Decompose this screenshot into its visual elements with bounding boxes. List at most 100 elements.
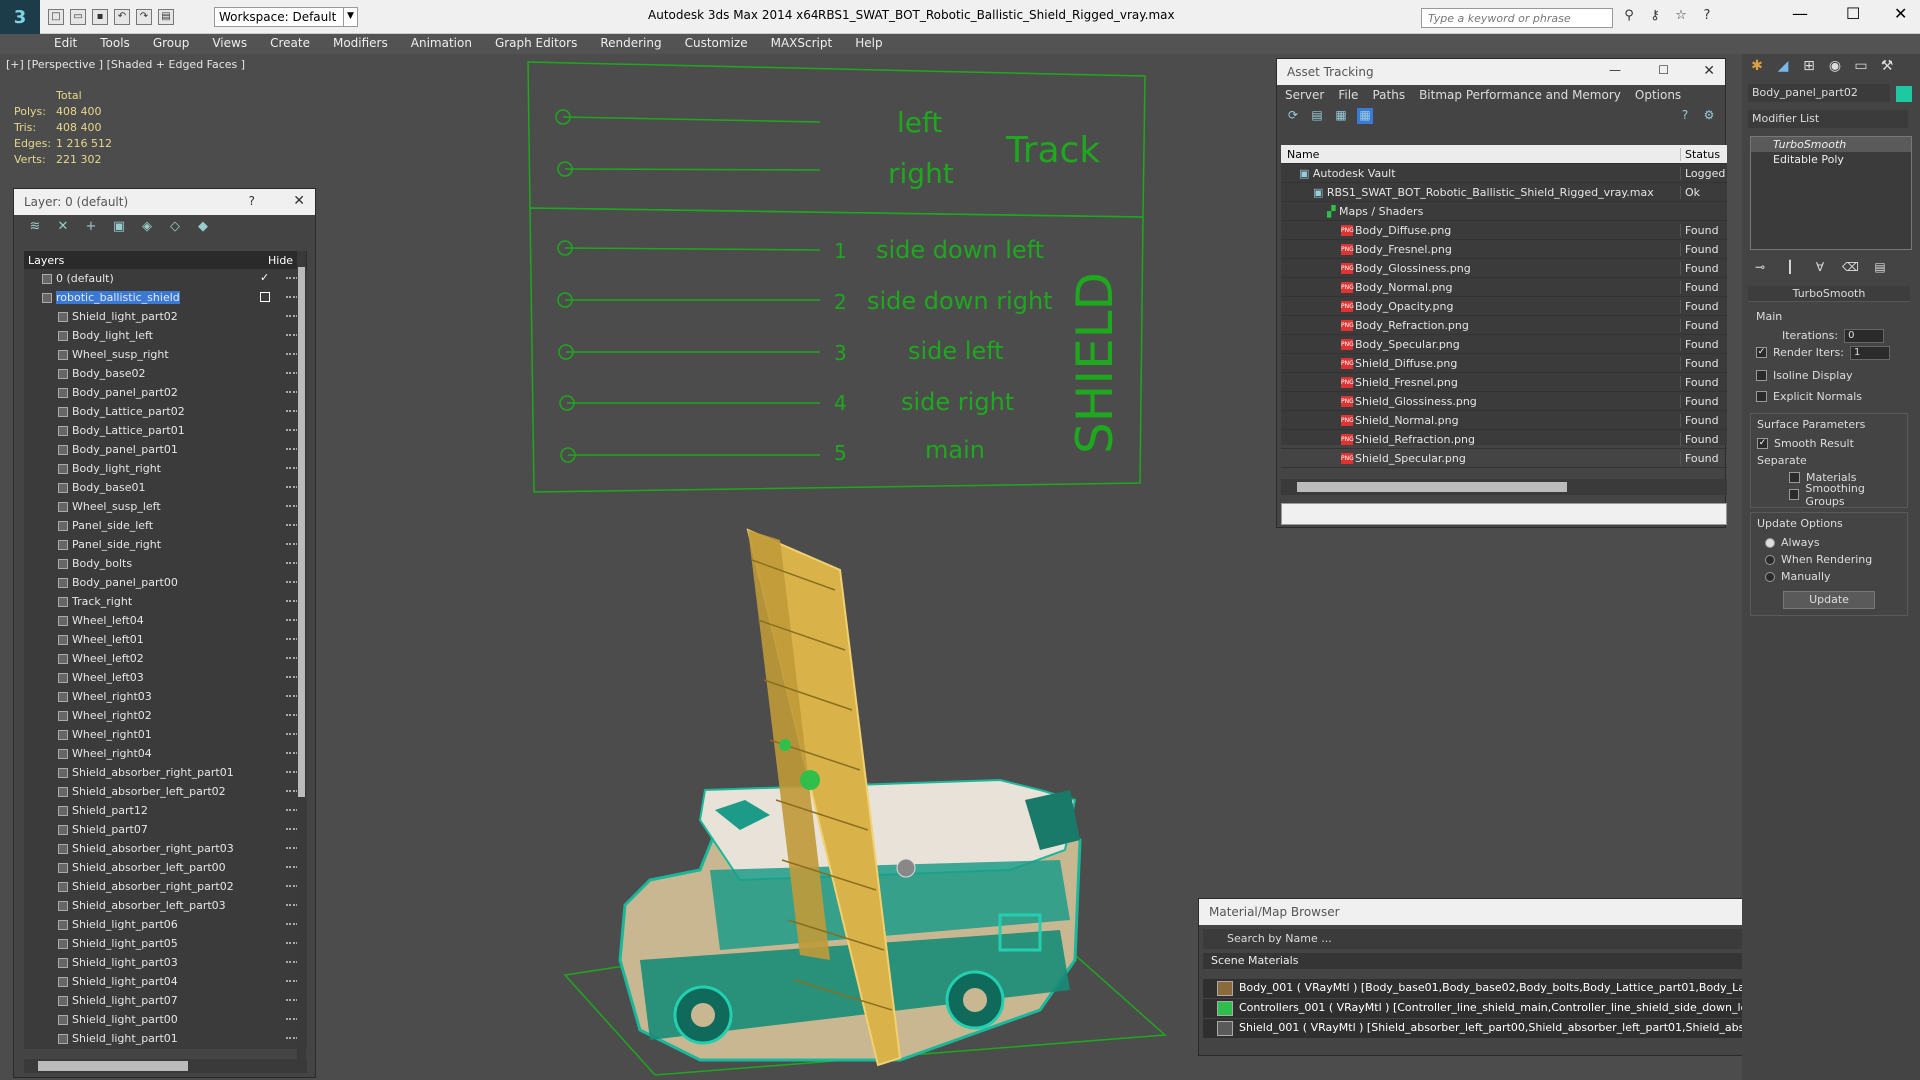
asset-row[interactable]: PNGShield_Diffuse.png Found — [1281, 354, 1727, 373]
layer-row[interactable]: Panel_side_left — [24, 516, 307, 535]
layer-row[interactable]: Wheel_right03 — [24, 687, 307, 706]
separate-smoothing-checkbox[interactable] — [1789, 489, 1800, 500]
iterations-spinner[interactable]: 0 — [1844, 328, 1885, 343]
layer-row[interactable]: Shield_part07 — [24, 820, 307, 839]
menu-graph-editors[interactable]: Graph Editors — [495, 34, 588, 54]
asset-row[interactable]: ▣ Autodesk Vault Logged — [1281, 164, 1727, 183]
make-unique-icon[interactable]: ∀ — [1812, 260, 1828, 276]
asset-row[interactable]: ▞ Maps / Shaders — [1281, 202, 1727, 221]
minimize-icon[interactable]: — — [1792, 4, 1808, 23]
menu-views[interactable]: Views — [212, 34, 258, 54]
modifier-stack[interactable]: TurboSmooth Editable Poly — [1750, 136, 1912, 250]
asset-row[interactable]: PNGShield_Specular.png Found — [1281, 449, 1727, 468]
update-manually-radio[interactable] — [1765, 571, 1775, 582]
layer-row[interactable]: Shield_light_part03 — [24, 953, 307, 972]
help-icon[interactable]: ? — [1677, 108, 1693, 124]
layer-row[interactable]: Wheel_susp_right — [24, 345, 307, 364]
layer-row[interactable]: Panel_side_right — [24, 535, 307, 554]
layer-row[interactable]: Body_light_right — [24, 459, 307, 478]
freeze-all-icon[interactable]: ◆ — [194, 219, 212, 237]
separate-materials-checkbox[interactable] — [1789, 472, 1800, 483]
asset-menu-options[interactable]: Options — [1635, 88, 1681, 102]
layer-row[interactable]: Wheel_right02 — [24, 706, 307, 725]
update-button[interactable]: Update — [1783, 591, 1875, 609]
menu-create[interactable]: Create — [270, 34, 321, 54]
save-icon[interactable]: ▪ — [92, 9, 108, 25]
layer-row[interactable]: Body_panel_part02 — [24, 383, 307, 402]
configure-sets-icon[interactable]: ▤ — [1872, 260, 1888, 276]
layer-row[interactable]: Wheel_left02 — [24, 649, 307, 668]
rollout-header[interactable]: TurboSmooth — [1748, 286, 1910, 302]
asset-row[interactable]: PNGBody_Glossiness.png Found — [1281, 259, 1727, 278]
layer-row[interactable]: Body_light_left — [24, 326, 307, 345]
asset-hscrollbar[interactable] — [1281, 479, 1727, 495]
asset-row[interactable]: PNGBody_Normal.png Found — [1281, 278, 1727, 297]
asset-menu-server[interactable]: Server — [1285, 88, 1324, 102]
redo-icon[interactable]: ↷ — [136, 9, 152, 25]
binoculars-icon[interactable]: ⚲ — [1620, 8, 1638, 26]
settings-icon[interactable]: ⚙ — [1701, 108, 1717, 124]
refresh-icon[interactable]: ⟳ — [1285, 108, 1301, 124]
layer-row[interactable]: Wheel_left01 — [24, 630, 307, 649]
layer-row[interactable]: Wheel_left03 — [24, 668, 307, 687]
object-name-field[interactable]: Body_panel_part02 — [1748, 84, 1890, 102]
hide-column-header[interactable]: Hide — [268, 254, 293, 267]
layer-row[interactable]: Shield_light_part06 — [24, 915, 307, 934]
asset-row[interactable]: PNGBody_Fresnel.png Found — [1281, 240, 1727, 259]
layer-row[interactable]: Shield_absorber_right_part01 — [24, 763, 307, 782]
smooth-result-checkbox[interactable]: ✓ — [1757, 438, 1768, 449]
layer-row[interactable]: Shield_absorber_right_part03 — [24, 839, 307, 858]
layer-row[interactable]: Body_panel_part01 — [24, 440, 307, 459]
layer-row[interactable]: Body_Lattice_part02 — [24, 402, 307, 421]
app-logo-icon[interactable]: 3 — [0, 0, 40, 34]
chevron-down-icon[interactable]: ▼ — [343, 7, 357, 27]
keyword-search-input[interactable]: Type a keyword or phrase — [1421, 8, 1613, 28]
set-active-layer-icon[interactable] — [260, 292, 270, 302]
pin-stack-icon[interactable]: ⊸ — [1752, 260, 1768, 276]
list-view-icon[interactable]: ▤ — [1309, 108, 1325, 124]
layer-row[interactable]: Shield_light_part00 — [24, 1010, 307, 1029]
layer-row[interactable]: Shield_light_part02 — [24, 307, 307, 326]
asset-row[interactable]: PNGBody_Specular.png Found — [1281, 335, 1727, 354]
undo-icon[interactable]: ↶ — [114, 9, 130, 25]
layer-row[interactable]: Wheel_right04 — [24, 744, 307, 763]
render-iters-checkbox[interactable]: ✓ — [1756, 347, 1767, 358]
key-icon[interactable]: ⚷ — [1646, 8, 1664, 26]
menu-rendering[interactable]: Rendering — [600, 34, 672, 54]
layer-row[interactable]: Track_right — [24, 592, 307, 611]
menu-animation[interactable]: Animation — [411, 34, 483, 54]
asset-row[interactable]: ▣ RBS1_SWAT_BOT_Robotic_Ballistic_Shield… — [1281, 183, 1727, 202]
hierarchy-tab-icon[interactable]: ⊞ — [1800, 58, 1818, 76]
menu-customize[interactable]: Customize — [685, 34, 759, 54]
asset-row[interactable]: PNGShield_Glossiness.png Found — [1281, 392, 1727, 411]
menu-group[interactable]: Group — [153, 34, 201, 54]
layer-list[interactable]: 0 (default) ✓ robotic_ballistic_shield Shie… — [24, 269, 307, 1049]
asset-row[interactable]: PNGShield_Fresnel.png Found — [1281, 373, 1727, 392]
create-tab-icon[interactable]: ✱ — [1748, 58, 1766, 76]
asset-row[interactable]: PNGShield_Refraction.png Found — [1281, 430, 1727, 449]
name-column-header[interactable]: Name — [1281, 148, 1676, 161]
close-icon[interactable]: ✕ — [293, 193, 305, 209]
asset-menu-paths[interactable]: Paths — [1372, 88, 1405, 102]
layer-row[interactable]: Wheel_right01 — [24, 725, 307, 744]
update-when-rendering-radio[interactable] — [1765, 554, 1775, 565]
layer-row[interactable]: Shield_part12 — [24, 801, 307, 820]
layers-column-header[interactable]: Layers — [28, 254, 64, 267]
layers-icon[interactable]: ≋ — [26, 219, 44, 237]
menu-tools[interactable]: Tools — [100, 34, 141, 54]
asset-row[interactable]: PNGShield_Normal.png Found — [1281, 411, 1727, 430]
help-icon[interactable]: ? — [249, 194, 255, 208]
layer-row[interactable]: Body_base01 — [24, 478, 307, 497]
menu-help[interactable]: Help — [855, 34, 893, 54]
delete-icon[interactable]: ✕ — [54, 219, 72, 237]
asset-menu-file[interactable]: File — [1338, 88, 1358, 102]
select-objects-icon[interactable]: ▣ — [110, 219, 128, 237]
layer-row[interactable]: Shield_light_part05 — [24, 934, 307, 953]
menu-modifiers[interactable]: Modifiers — [333, 34, 399, 54]
detail-view-icon[interactable]: ▦ — [1333, 108, 1349, 124]
modify-tab-icon[interactable]: ◢ — [1774, 58, 1792, 76]
layer-row[interactable]: Shield_light_part07 — [24, 991, 307, 1010]
active-layer-check-icon[interactable]: ✓ — [260, 271, 269, 284]
asset-path-field[interactable] — [1281, 503, 1727, 525]
layer-row[interactable]: Body_Lattice_part01 — [24, 421, 307, 440]
